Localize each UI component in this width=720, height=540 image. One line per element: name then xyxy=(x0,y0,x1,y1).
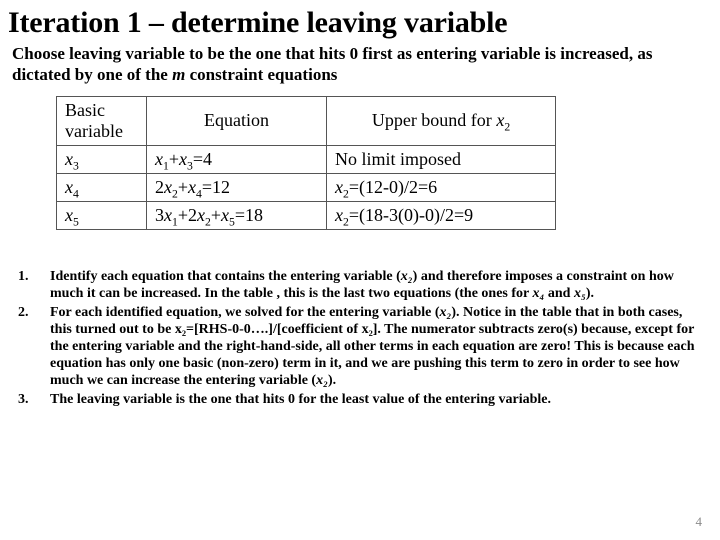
note-number: 2. xyxy=(18,304,29,321)
note-text: Identify each equation that contains the… xyxy=(50,269,674,301)
cell-bv: x5 xyxy=(57,201,147,229)
t: ). xyxy=(328,373,336,388)
note-number: 3. xyxy=(18,391,29,408)
t: Identify each equation that contains the… xyxy=(50,269,401,284)
table-header-row: Basic variable Equation Upper bound for … xyxy=(57,96,556,145)
page-number: 4 xyxy=(696,514,703,530)
table-row: x3 x1+x3=4 No limit imposed xyxy=(57,145,556,173)
cell-ub: x2=(18-3(0)-0)/2=9 xyxy=(327,201,556,229)
table-wrap: Basic variable Equation Upper bound for … xyxy=(56,96,556,230)
col-equation: Equation xyxy=(147,96,327,145)
col-upper-bound: Upper bound for x2 xyxy=(327,96,556,145)
var-x2: x₂ xyxy=(316,373,328,388)
cell-bv: x3 xyxy=(57,145,147,173)
note-number: 1. xyxy=(18,268,29,285)
note-text: The leaving variable is the one that hit… xyxy=(50,392,551,407)
t: For each identified equation, we solved … xyxy=(50,305,440,320)
var-x2: x₂ xyxy=(401,269,413,284)
cell-eq: 2x2+x4=12 xyxy=(147,173,327,201)
table-row: x4 2x2+x4=12 x2=(12-0)/2=6 xyxy=(57,173,556,201)
notes-list: 1. Identify each equation that contains … xyxy=(16,268,704,409)
col-basic-variable: Basic variable xyxy=(57,96,147,145)
subtitle: Choose leaving variable to be the one th… xyxy=(8,43,712,86)
note-text: For each identified equation, we solved … xyxy=(50,305,695,388)
subtitle-m: m xyxy=(172,65,185,84)
note-2: 2. For each identified equation, we solv… xyxy=(16,304,704,389)
var-x4: x₄ xyxy=(533,286,545,301)
subtitle-part-b: constraint equations xyxy=(185,65,337,84)
t: and xyxy=(544,286,574,301)
note-1: 1. Identify each equation that contains … xyxy=(16,268,704,302)
note-3: 3. The leaving variable is the one that … xyxy=(16,391,704,408)
cell-ub: x2=(12-0)/2=6 xyxy=(327,173,556,201)
var-x5: x₅ xyxy=(574,286,586,301)
cell-eq: 3x1+2x2+x5=18 xyxy=(147,201,327,229)
t: ). xyxy=(586,286,594,301)
var-x2: x₂ xyxy=(440,305,452,320)
cell-ub: No limit imposed xyxy=(327,145,556,173)
table-row: x5 3x1+2x2+x5=18 x2=(18-3(0)-0)/2=9 xyxy=(57,201,556,229)
page-title: Iteration 1 – determine leaving variable xyxy=(8,6,712,39)
col-upper-bound-text: Upper bound for x2 xyxy=(372,110,510,130)
simplex-table: Basic variable Equation Upper bound for … xyxy=(56,96,556,230)
cell-eq: x1+x3=4 xyxy=(147,145,327,173)
cell-bv: x4 xyxy=(57,173,147,201)
